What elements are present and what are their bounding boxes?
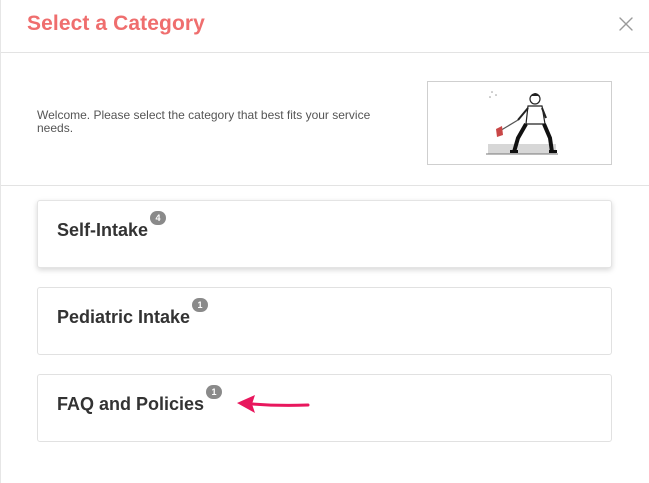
category-modal: Select a Category Welcome. Please select… [0,0,649,483]
close-button[interactable] [615,13,637,35]
count-badge: 1 [206,385,223,399]
category-label: Pediatric Intake1 [57,298,209,328]
intro-section: Welcome. Please select the category that… [1,53,649,186]
illustration-person-digging-icon [486,91,558,155]
count-badge: 1 [192,298,209,312]
count-badge: 4 [150,211,167,225]
modal-title: Select a Category [27,12,205,35]
category-card-pediatric-intake[interactable]: Pediatric Intake1 [37,287,612,355]
category-card-self-intake[interactable]: Self-Intake4 [37,200,612,268]
close-icon [619,17,633,31]
category-label: Self-Intake4 [57,211,167,241]
category-title: Self-Intake [57,220,149,240]
category-label: FAQ and Policies1 [57,385,223,415]
category-title: FAQ and Policies [57,394,205,414]
welcome-text: Welcome. Please select the category that… [37,108,371,135]
category-card-faq-and-policies[interactable]: FAQ and Policies1 [37,374,612,442]
category-title: Pediatric Intake [57,307,191,327]
modal-header: Select a Category [1,0,649,53]
intro-illustration [427,81,612,165]
